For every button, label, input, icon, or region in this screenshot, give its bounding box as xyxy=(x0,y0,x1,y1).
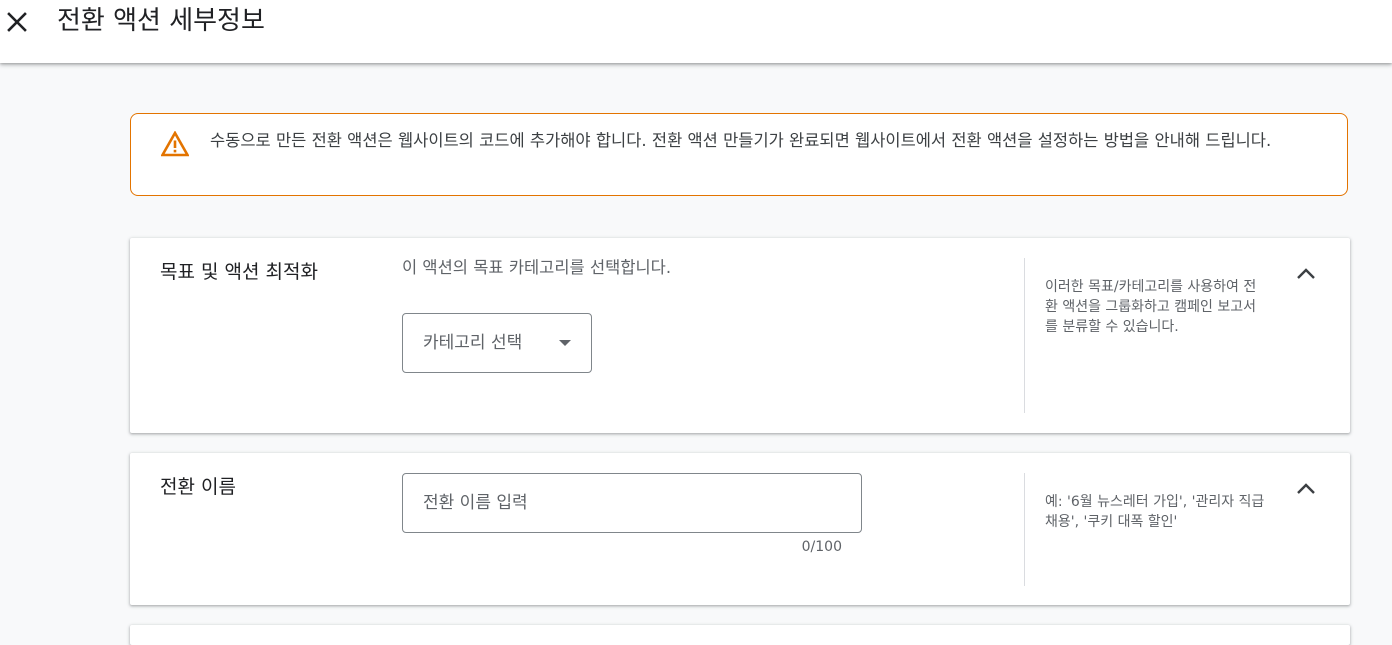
warning-text: 수동으로 만든 전환 액션은 웹사이트의 코드에 추가해야 합니다. 전환 액션… xyxy=(210,131,1272,150)
close-button[interactable] xyxy=(2,4,32,40)
goal-collapse-button[interactable] xyxy=(1290,258,1322,290)
chevron-up-icon[interactable] xyxy=(1294,262,1318,286)
conversion-name-input[interactable] xyxy=(402,473,862,533)
next-section-card xyxy=(130,625,1350,645)
top-app-bar: 전환 액션 세부정보 xyxy=(0,0,1392,63)
conversion-name-section-card: 전환 이름 0/100 예: '6월 뉴스레터 가입', '관리자 직급 채용'… xyxy=(130,453,1350,605)
section-divider xyxy=(1024,258,1025,413)
category-select[interactable]: 카테고리 선택 xyxy=(402,313,592,373)
warning-icon xyxy=(161,131,189,157)
dropdown-arrow-icon xyxy=(559,340,571,346)
goal-help-text: 이러한 목표/카테고리를 사용하여 전환 액션을 그룹화하고 캠페인 보고서를 … xyxy=(1045,279,1257,335)
conversion-name-section-title: 전환 이름 xyxy=(160,476,236,498)
goal-section-card: 목표 및 액션 최적화 이 액션의 목표 카테고리를 선택합니다. 카테고리 선… xyxy=(130,238,1350,433)
section-divider xyxy=(1024,473,1025,586)
goal-section-description: 이 액션의 목표 카테고리를 선택합니다. xyxy=(402,258,672,277)
conversion-name-help-text: 예: '6월 뉴스레터 가입', '관리자 직급 채용', '쿠키 대폭 할인' xyxy=(1045,494,1265,530)
close-icon[interactable] xyxy=(6,11,28,33)
page-title: 전환 액션 세부정보 xyxy=(57,6,265,36)
chevron-up-icon[interactable] xyxy=(1294,477,1318,501)
goal-section-title: 목표 및 액션 최적화 xyxy=(160,261,318,283)
category-select-label: 카테고리 선택 xyxy=(423,333,523,353)
warning-banner: 수동으로 만든 전환 액션은 웹사이트의 코드에 추가해야 합니다. 전환 액션… xyxy=(130,113,1348,196)
character-counter: 0/100 xyxy=(801,539,842,555)
conversion-name-collapse-button[interactable] xyxy=(1290,473,1322,505)
